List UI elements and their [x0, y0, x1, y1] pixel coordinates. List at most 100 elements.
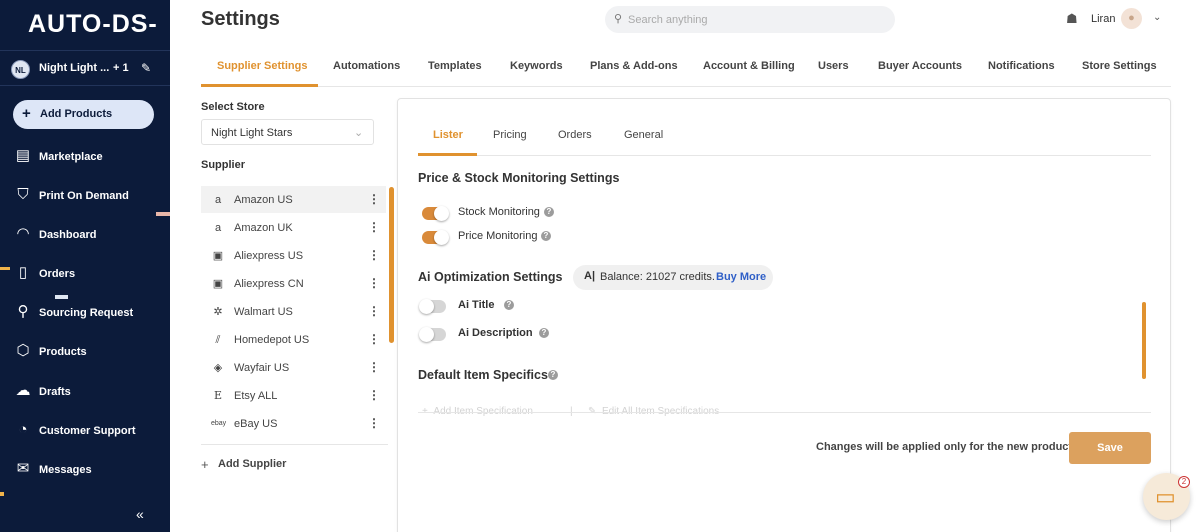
- shirt-icon: ⛉: [17, 186, 29, 203]
- indicator-mark: [0, 267, 10, 270]
- supplier-item-wayfair-us[interactable]: ◈ Wayfair US ⋮: [201, 354, 386, 381]
- supplier-item-aliexpress-us[interactable]: ▣ Aliexpress US ⋮: [201, 242, 386, 269]
- tab-orders[interactable]: Orders: [558, 129, 592, 141]
- tab-templates[interactable]: Templates: [428, 60, 482, 72]
- stock-monitoring-label: Stock Monitoring: [458, 206, 540, 218]
- supplier-item-amazon-uk[interactable]: a Amazon UK ⋮: [201, 214, 386, 241]
- more-options-icon[interactable]: ⋮: [368, 192, 380, 206]
- walmart-icon: ✲: [213, 306, 223, 318]
- nav-item-messages[interactable]: ✉ Messages: [0, 455, 170, 485]
- edit-icon[interactable]: ✎: [141, 61, 151, 75]
- nav-item-products[interactable]: ⬡ Products: [0, 337, 170, 367]
- nav-item-marketplace[interactable]: ▤ Marketplace: [0, 142, 170, 172]
- indicator-mark: [55, 295, 68, 299]
- ai-description-toggle[interactable]: [419, 327, 446, 342]
- item-specifics-title: Default Item Specifics: [418, 368, 548, 382]
- supplier-item-ebay-us[interactable]: ebay eBay US ⋮: [201, 410, 386, 437]
- supplier-item-aliexpress-cn[interactable]: ▣ Aliexpress CN ⋮: [201, 270, 386, 297]
- nav-item-dashboard[interactable]: ◠ Dashboard: [0, 220, 170, 250]
- store-switch-icon[interactable]: ☗: [1066, 11, 1078, 27]
- tab-account-billing[interactable]: Account & Billing: [703, 60, 795, 72]
- tab-keywords[interactable]: Keywords: [510, 60, 563, 72]
- more-options-icon[interactable]: ⋮: [368, 304, 380, 318]
- tab-plans-addons[interactable]: Plans & Add-ons: [590, 60, 678, 72]
- balance-text: Balance: 21027 credits.: [600, 271, 715, 283]
- more-options-icon[interactable]: ⋮: [368, 220, 380, 234]
- store-badge: NL: [11, 60, 30, 79]
- store-icon: ▤: [15, 147, 31, 164]
- supplier-sub-tabs: Lister Pricing Orders General: [418, 118, 1151, 156]
- tab-users[interactable]: Users: [818, 60, 849, 72]
- settings-scrollbar[interactable]: [1142, 302, 1146, 379]
- toggle-knob: [434, 230, 449, 245]
- store-count: + 1: [113, 62, 129, 74]
- ai-title-label: Ai Title: [458, 299, 495, 311]
- help-icon[interactable]: ?: [548, 370, 558, 380]
- tab-automations[interactable]: Automations: [333, 60, 400, 72]
- nav-item-customer-support[interactable]: ◔ Customer Support: [0, 416, 170, 446]
- nav-item-drafts[interactable]: ☁ Drafts: [0, 377, 170, 407]
- collapse-sidebar-icon[interactable]: «: [136, 506, 144, 522]
- nav-item-orders[interactable]: ▯ Orders: [0, 259, 170, 289]
- avatar[interactable]: ●: [1121, 8, 1142, 29]
- tab-lister[interactable]: Lister: [433, 129, 463, 141]
- divider: [201, 444, 388, 445]
- tab-general[interactable]: General: [624, 129, 663, 141]
- user-name[interactable]: Liran: [1091, 13, 1115, 25]
- supplier-item-etsy-all[interactable]: E Etsy ALL ⋮: [201, 382, 386, 409]
- homedepot-icon: ⫽: [215, 334, 221, 346]
- buy-more-link[interactable]: Buy More: [716, 271, 766, 283]
- aliexpress-icon: ▣: [212, 250, 224, 262]
- chat-badge: 2: [1178, 476, 1190, 488]
- save-button[interactable]: Save: [1069, 432, 1151, 464]
- supplier-item-amazon-us[interactable]: a Amazon US ⋮: [201, 186, 386, 213]
- tab-notifications[interactable]: Notifications: [988, 60, 1055, 72]
- clipboard-icon: ▯: [18, 264, 28, 281]
- indicator-mark: [156, 212, 170, 216]
- nav-label: Marketplace: [39, 151, 103, 163]
- more-options-icon[interactable]: ⋮: [368, 276, 380, 290]
- nav-label: Sourcing Request: [39, 307, 134, 319]
- more-options-icon[interactable]: ⋮: [368, 248, 380, 262]
- more-options-icon[interactable]: ⋮: [368, 416, 380, 430]
- store-select[interactable]: Night Light Stars ⌄: [201, 119, 374, 145]
- app-logo[interactable]: AUTO-DS-: [28, 10, 158, 39]
- supplier-item-walmart-us[interactable]: ✲ Walmart US ⋮: [201, 298, 386, 325]
- supplier-scrollbar[interactable]: [389, 187, 394, 343]
- ai-credits-icon: A|: [584, 270, 596, 282]
- sidebar: AUTO-DS- NL Night Light ... + 1 ✎ + Add …: [0, 0, 170, 532]
- more-options-icon[interactable]: ⋮: [368, 388, 380, 402]
- price-monitoring-label: Price Monitoring: [458, 230, 538, 242]
- etsy-icon: E: [213, 389, 223, 402]
- indicator-mark: [0, 492, 4, 496]
- tab-store-settings[interactable]: Store Settings: [1082, 60, 1157, 72]
- chevron-down-icon[interactable]: ⌄: [1153, 12, 1161, 23]
- supplier-name: eBay US: [234, 418, 278, 430]
- help-icon[interactable]: ?: [539, 328, 549, 338]
- box-icon: ⬡: [16, 342, 30, 359]
- price-stock-title: Price & Stock Monitoring Settings: [418, 171, 620, 185]
- tab-pricing[interactable]: Pricing: [493, 129, 527, 141]
- ai-title-toggle[interactable]: [419, 299, 446, 314]
- wayfair-icon: ◈: [213, 362, 223, 374]
- chevron-down-icon: ⌄: [354, 127, 364, 139]
- price-monitoring-toggle[interactable]: [422, 230, 449, 245]
- nav-label: Products: [39, 346, 87, 358]
- supplier-item-homedepot-us[interactable]: ⫽ Homedepot US ⋮: [201, 326, 386, 353]
- stock-monitoring-toggle[interactable]: [422, 206, 449, 221]
- more-options-icon[interactable]: ⋮: [368, 332, 380, 346]
- supplier-name: Amazon US: [234, 194, 293, 206]
- tab-buyer-accounts[interactable]: Buyer Accounts: [878, 60, 962, 72]
- help-icon[interactable]: ?: [541, 231, 551, 241]
- ebay-icon: ebay: [211, 420, 227, 427]
- more-options-icon[interactable]: ⋮: [368, 360, 380, 374]
- nav-item-print-on-demand[interactable]: ⛉ Print On Demand: [0, 181, 170, 211]
- tab-supplier-settings[interactable]: Supplier Settings: [217, 60, 307, 72]
- help-icon[interactable]: ?: [504, 300, 514, 310]
- search-input[interactable]: ⚲ Search anything: [605, 6, 895, 33]
- add-products-button[interactable]: + Add Products: [13, 100, 154, 129]
- help-icon[interactable]: ?: [544, 207, 554, 217]
- nav-item-sourcing-request[interactable]: ⚲ Sourcing Request: [0, 298, 170, 328]
- store-switcher[interactable]: NL Night Light ... + 1 ✎: [0, 50, 170, 86]
- gauge-icon: ◠: [16, 225, 30, 242]
